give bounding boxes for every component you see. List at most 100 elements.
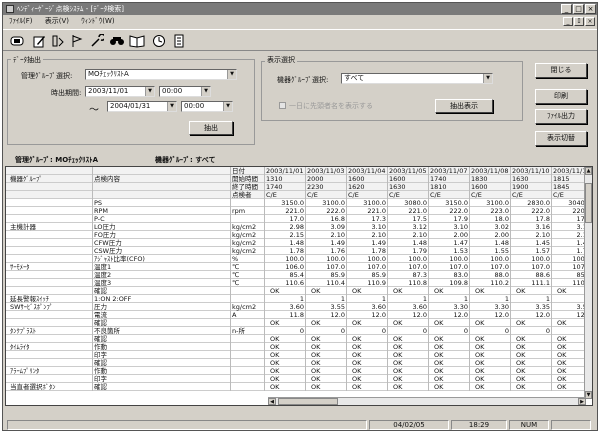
flag-icon[interactable] — [69, 33, 85, 49]
scroll-up-icon[interactable]: ▲ — [585, 167, 592, 175]
table-cell: OK — [393, 319, 403, 327]
table-cell: 1.48 — [494, 239, 509, 247]
table-cell: 1.47 — [453, 239, 468, 247]
table-cell: 100.0 — [326, 255, 345, 263]
row-item: CSW圧力 — [94, 247, 123, 255]
header-cell: C/E — [471, 191, 482, 199]
table-cell: 87.3 — [412, 271, 427, 279]
table-cell: 110.8 — [408, 279, 427, 287]
header-cell: C/E — [389, 191, 400, 199]
search-icon[interactable] — [109, 33, 125, 49]
table-cell: 221.0 — [285, 207, 304, 215]
row-unit: ℃ — [232, 279, 240, 287]
scroll-thumb[interactable] — [585, 183, 592, 223]
menu-file[interactable]: ﾌｧｲﾙ(F) — [9, 17, 33, 25]
time-to-value: 00:00 — [184, 102, 205, 110]
scroll-down-icon[interactable]: ▼ — [585, 391, 592, 399]
table-cell: OK — [475, 383, 485, 391]
status-num: NUM — [509, 420, 549, 430]
child-close-button[interactable]: × — [585, 17, 595, 26]
table-cell: 3100.0 — [322, 199, 345, 207]
table-cell: 1.57 — [535, 247, 550, 255]
time-to-field[interactable]: 00:00 ▼ — [181, 101, 233, 112]
close-button[interactable]: 閉じる — [535, 63, 587, 78]
table-cell: 1.78 — [371, 247, 386, 255]
table-cell: 107.0 — [449, 263, 468, 271]
show-button[interactable]: 抽出表示 — [435, 99, 493, 113]
tools-icon[interactable] — [89, 33, 105, 49]
table-row: 主機計器 LO圧力 kg/cm2 2.98 3.09 3.10 3.12 3.10 3.02 3.… — [6, 223, 592, 231]
maximize-button[interactable]: □ — [573, 4, 584, 14]
child-minimize-button[interactable]: _ — [563, 17, 573, 26]
close-window-button[interactable]: × — [585, 4, 596, 14]
child-restore-button[interactable]: ﾛ — [574, 17, 584, 26]
scroll-right-icon[interactable]: ▶ — [578, 398, 586, 405]
display-switch-button[interactable]: 表示切替 — [535, 131, 587, 146]
table-row: 電流A11.812.012.012.012.012.012.012.0 — [6, 311, 592, 319]
menu-view[interactable]: 表示(V) — [45, 17, 69, 25]
table-cell: OK — [352, 319, 362, 327]
horizontal-scrollbar[interactable]: ◀ ▶ — [268, 397, 586, 405]
table-cell: OK — [393, 351, 403, 359]
table-cell: 107.0 — [408, 263, 427, 271]
document-icon[interactable] — [171, 33, 187, 49]
table-row: ｻｰﾓﾒｰﾀ 温度1 ℃ 106.0 107.0 107.0 107.0 107.0 107.0… — [6, 263, 592, 271]
row-unit: A — [232, 311, 237, 319]
row-item: 確認 — [94, 359, 107, 367]
table-row: 確認 OK OK OK OK OK OK OK OK — [6, 319, 592, 327]
file-output-button[interactable]: ﾌｧｲﾙ出力 — [535, 109, 587, 124]
table-cell: OK — [270, 319, 280, 327]
group-select[interactable]: MOﾁｪｯｸﾘｽﾄA ▼ — [85, 69, 237, 80]
menu-window[interactable]: ｳｨﾝﾄﾞｳ(W) — [81, 17, 114, 25]
inspect-icon[interactable] — [50, 33, 66, 49]
table-cell: 1 — [381, 295, 386, 303]
record-icon[interactable] — [9, 33, 25, 49]
show-names-checkbox[interactable] — [279, 102, 286, 109]
row-item: FO圧力 — [94, 231, 116, 239]
table-cell: 88.0 — [494, 271, 509, 279]
table-cell: 3.12 — [412, 223, 427, 231]
clock-icon[interactable] — [151, 33, 167, 49]
header-cell: C/E — [348, 191, 359, 199]
book-icon[interactable] — [129, 33, 145, 49]
results-grid[interactable]: 日付 2003/11/01 2003/11/03 2003/11/04 2003/11/… — [5, 166, 593, 406]
grid-header-row: 日付 2003/11/01 2003/11/03 2003/11/04 2003/11/… — [6, 167, 592, 175]
table-cell: OK — [270, 367, 280, 375]
extract-button[interactable]: 抽出 — [189, 121, 233, 135]
chevron-down-icon: ▼ — [201, 87, 210, 96]
minimize-button[interactable]: _ — [561, 4, 572, 14]
table-row: PS 3150.0 3100.0 3100.0 3080.0 3150.0 3100.0 28… — [6, 199, 592, 207]
table-cell: 0 — [381, 327, 386, 335]
status-extra — [551, 420, 591, 430]
table-row: SWｻｰﾋﾞｽﾎﾟﾝﾌﾟ 圧力 kg/cm2 3.60 3.55 3.60 3.60 3.30… — [6, 303, 592, 311]
table-cell: 0 — [422, 327, 427, 335]
table-cell: OK — [516, 319, 526, 327]
scroll-left-icon[interactable]: ◀ — [268, 398, 276, 405]
table-cell: OK — [270, 351, 280, 359]
table-cell: 3.10 — [453, 223, 468, 231]
time-from-field[interactable]: 00:00 ▼ — [159, 86, 211, 97]
equip-select[interactable]: すべて ▼ — [341, 73, 493, 84]
row-unit: kg/cm2 — [232, 239, 257, 247]
date-to-field[interactable]: 2004/01/31 ▼ — [107, 101, 177, 112]
grid-column-divider — [510, 167, 511, 391]
table-cell: 3.55 — [330, 303, 345, 311]
table-cell: 2830.0 — [527, 199, 550, 207]
table-cell: OK — [516, 351, 526, 359]
print-button[interactable]: 印刷 — [535, 89, 587, 104]
header-label: 終了時間 — [232, 183, 258, 191]
status-message — [7, 420, 367, 430]
table-cell: OK — [516, 359, 526, 367]
table-cell: 2.15 — [289, 231, 304, 239]
hscroll-thumb[interactable] — [278, 398, 338, 405]
table-cell: 2.10 — [535, 231, 550, 239]
date-from-field[interactable]: 2003/11/01 ▼ — [85, 86, 155, 97]
chevron-down-icon: ▼ — [145, 87, 154, 96]
status-date: 04/02/05 — [369, 420, 449, 430]
table-cell: OK — [516, 367, 526, 375]
vertical-scrollbar[interactable]: ▲ ▼ — [584, 167, 592, 399]
edit-icon[interactable] — [31, 33, 47, 49]
row-item: 圧力 — [94, 303, 107, 311]
table-cell: 0 — [545, 327, 550, 335]
table-cell: 2.00 — [453, 231, 468, 239]
